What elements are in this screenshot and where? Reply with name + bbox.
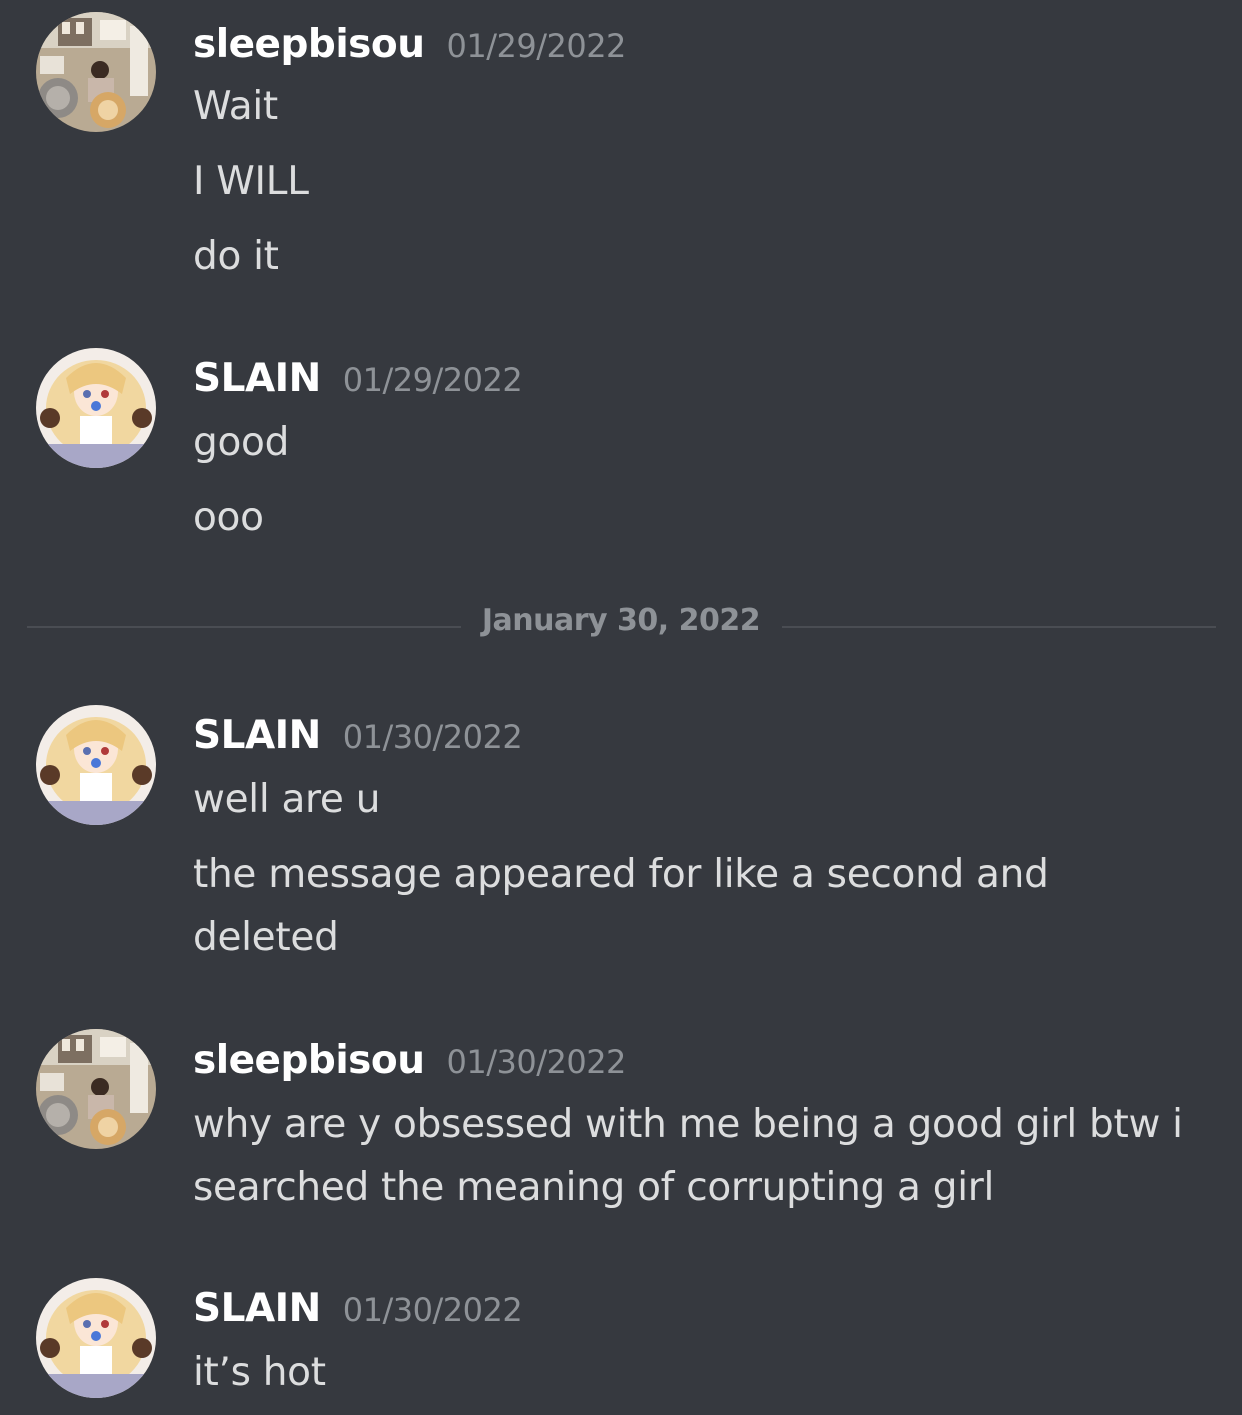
message-text: well are u: [193, 777, 381, 822]
message-text: it’s hot: [193, 1350, 326, 1395]
author-username[interactable]: SLAIN: [193, 713, 321, 758]
author-username[interactable]: sleepbisou: [193, 1038, 425, 1083]
anime-avatar-icon: [36, 705, 156, 825]
author-username[interactable]: SLAIN: [193, 356, 321, 401]
anime-avatar-icon: [36, 348, 156, 468]
message-text: the message appeared for like a second a…: [193, 852, 1049, 960]
user-avatar[interactable]: [36, 348, 156, 468]
message-timestamp[interactable]: 01/30/2022: [343, 718, 523, 756]
message-header: sleepbisou 01/30/2022: [193, 1038, 626, 1083]
author-username[interactable]: SLAIN: [193, 1286, 321, 1331]
message-text: why are y obsessed with me being a good …: [193, 1102, 1183, 1210]
date-divider-label: January 30, 2022: [481, 603, 761, 638]
message-header: SLAIN 01/29/2022: [193, 356, 523, 401]
message-text: good: [193, 420, 290, 465]
message-header: SLAIN 01/30/2022: [193, 713, 523, 758]
message-timestamp[interactable]: 01/30/2022: [343, 1291, 523, 1329]
message-timestamp[interactable]: 01/29/2022: [446, 27, 626, 65]
author-username[interactable]: sleepbisou: [193, 22, 425, 67]
user-avatar[interactable]: [36, 1029, 156, 1149]
collage-avatar-icon: [36, 12, 156, 132]
anime-avatar-icon: [36, 1278, 156, 1398]
user-avatar[interactable]: [36, 1278, 156, 1398]
message-text: Wait: [193, 84, 278, 129]
message-text: do it: [193, 234, 279, 279]
message-text: I WILL: [193, 159, 309, 204]
user-avatar[interactable]: [36, 12, 156, 132]
message-text: ooo: [193, 495, 264, 540]
user-avatar[interactable]: [36, 705, 156, 825]
message-header: SLAIN 01/30/2022: [193, 1286, 523, 1331]
message-timestamp[interactable]: 01/29/2022: [343, 361, 523, 399]
message-header: sleepbisou 01/29/2022: [193, 22, 626, 67]
date-divider-line-right: [782, 626, 1216, 628]
collage-avatar-icon: [36, 1029, 156, 1149]
message-timestamp[interactable]: 01/30/2022: [446, 1043, 626, 1081]
